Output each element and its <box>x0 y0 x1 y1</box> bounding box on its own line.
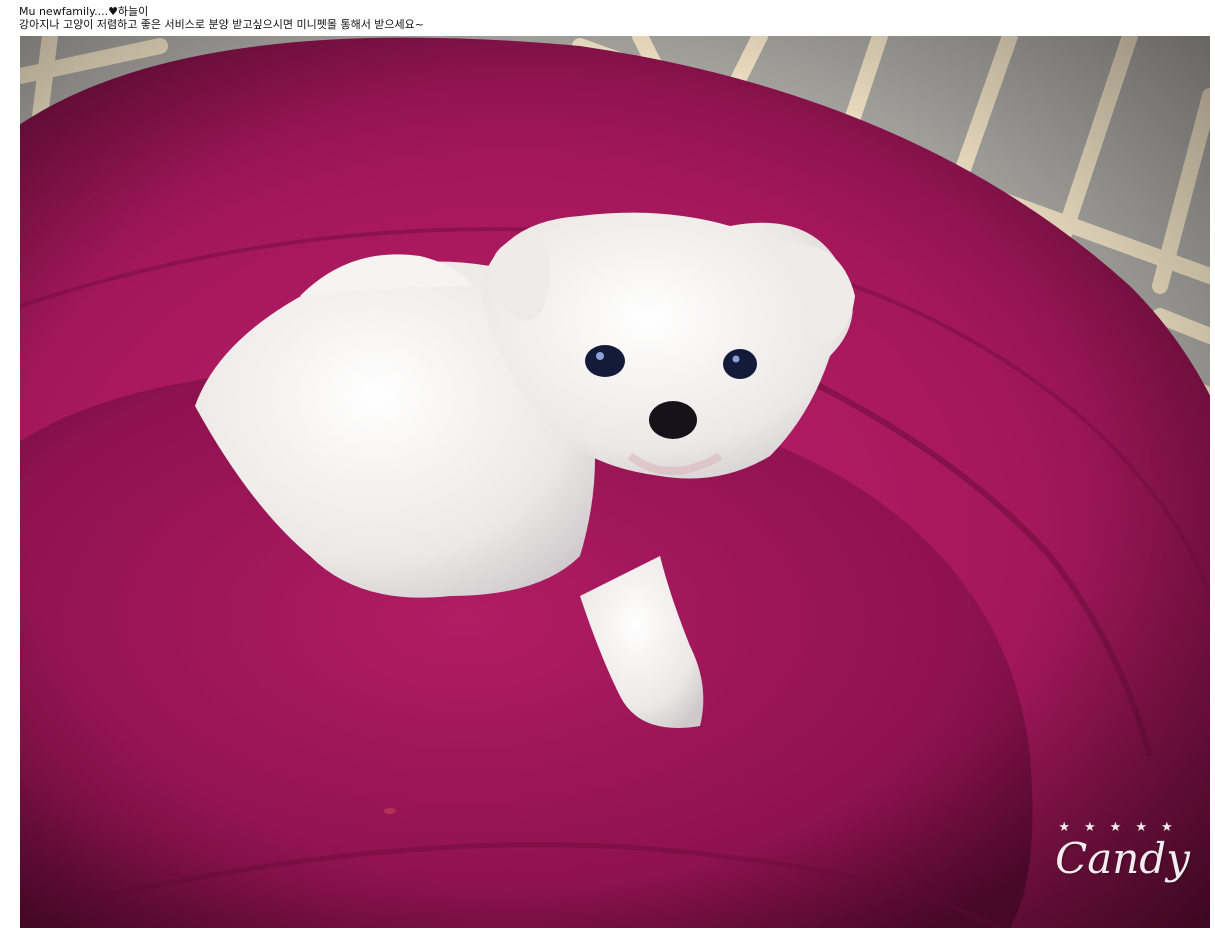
post-caption: Mu newfamily....♥하늘이 강아지나 고양이 저렴하고 좋은 서비… <box>19 5 424 31</box>
star-icons: ★★★★★ <box>1058 820 1187 835</box>
photo-illustration <box>20 36 1210 928</box>
post-title: Mu newfamily....♥하늘이 <box>19 5 149 18</box>
watermark-text: Candy <box>1055 834 1190 883</box>
post-container: Mu newfamily....♥하늘이 강아지나 고양이 저렴하고 좋은 서비… <box>0 0 1215 947</box>
candy-watermark: ★★★★★ Candy <box>1055 820 1190 910</box>
puppy-photo: ★★★★★ Candy <box>20 36 1210 928</box>
post-description: 강아지나 고양이 저렴하고 좋은 서비스로 분양 받고싶으시면 미니펫몰 통해서… <box>19 18 425 31</box>
